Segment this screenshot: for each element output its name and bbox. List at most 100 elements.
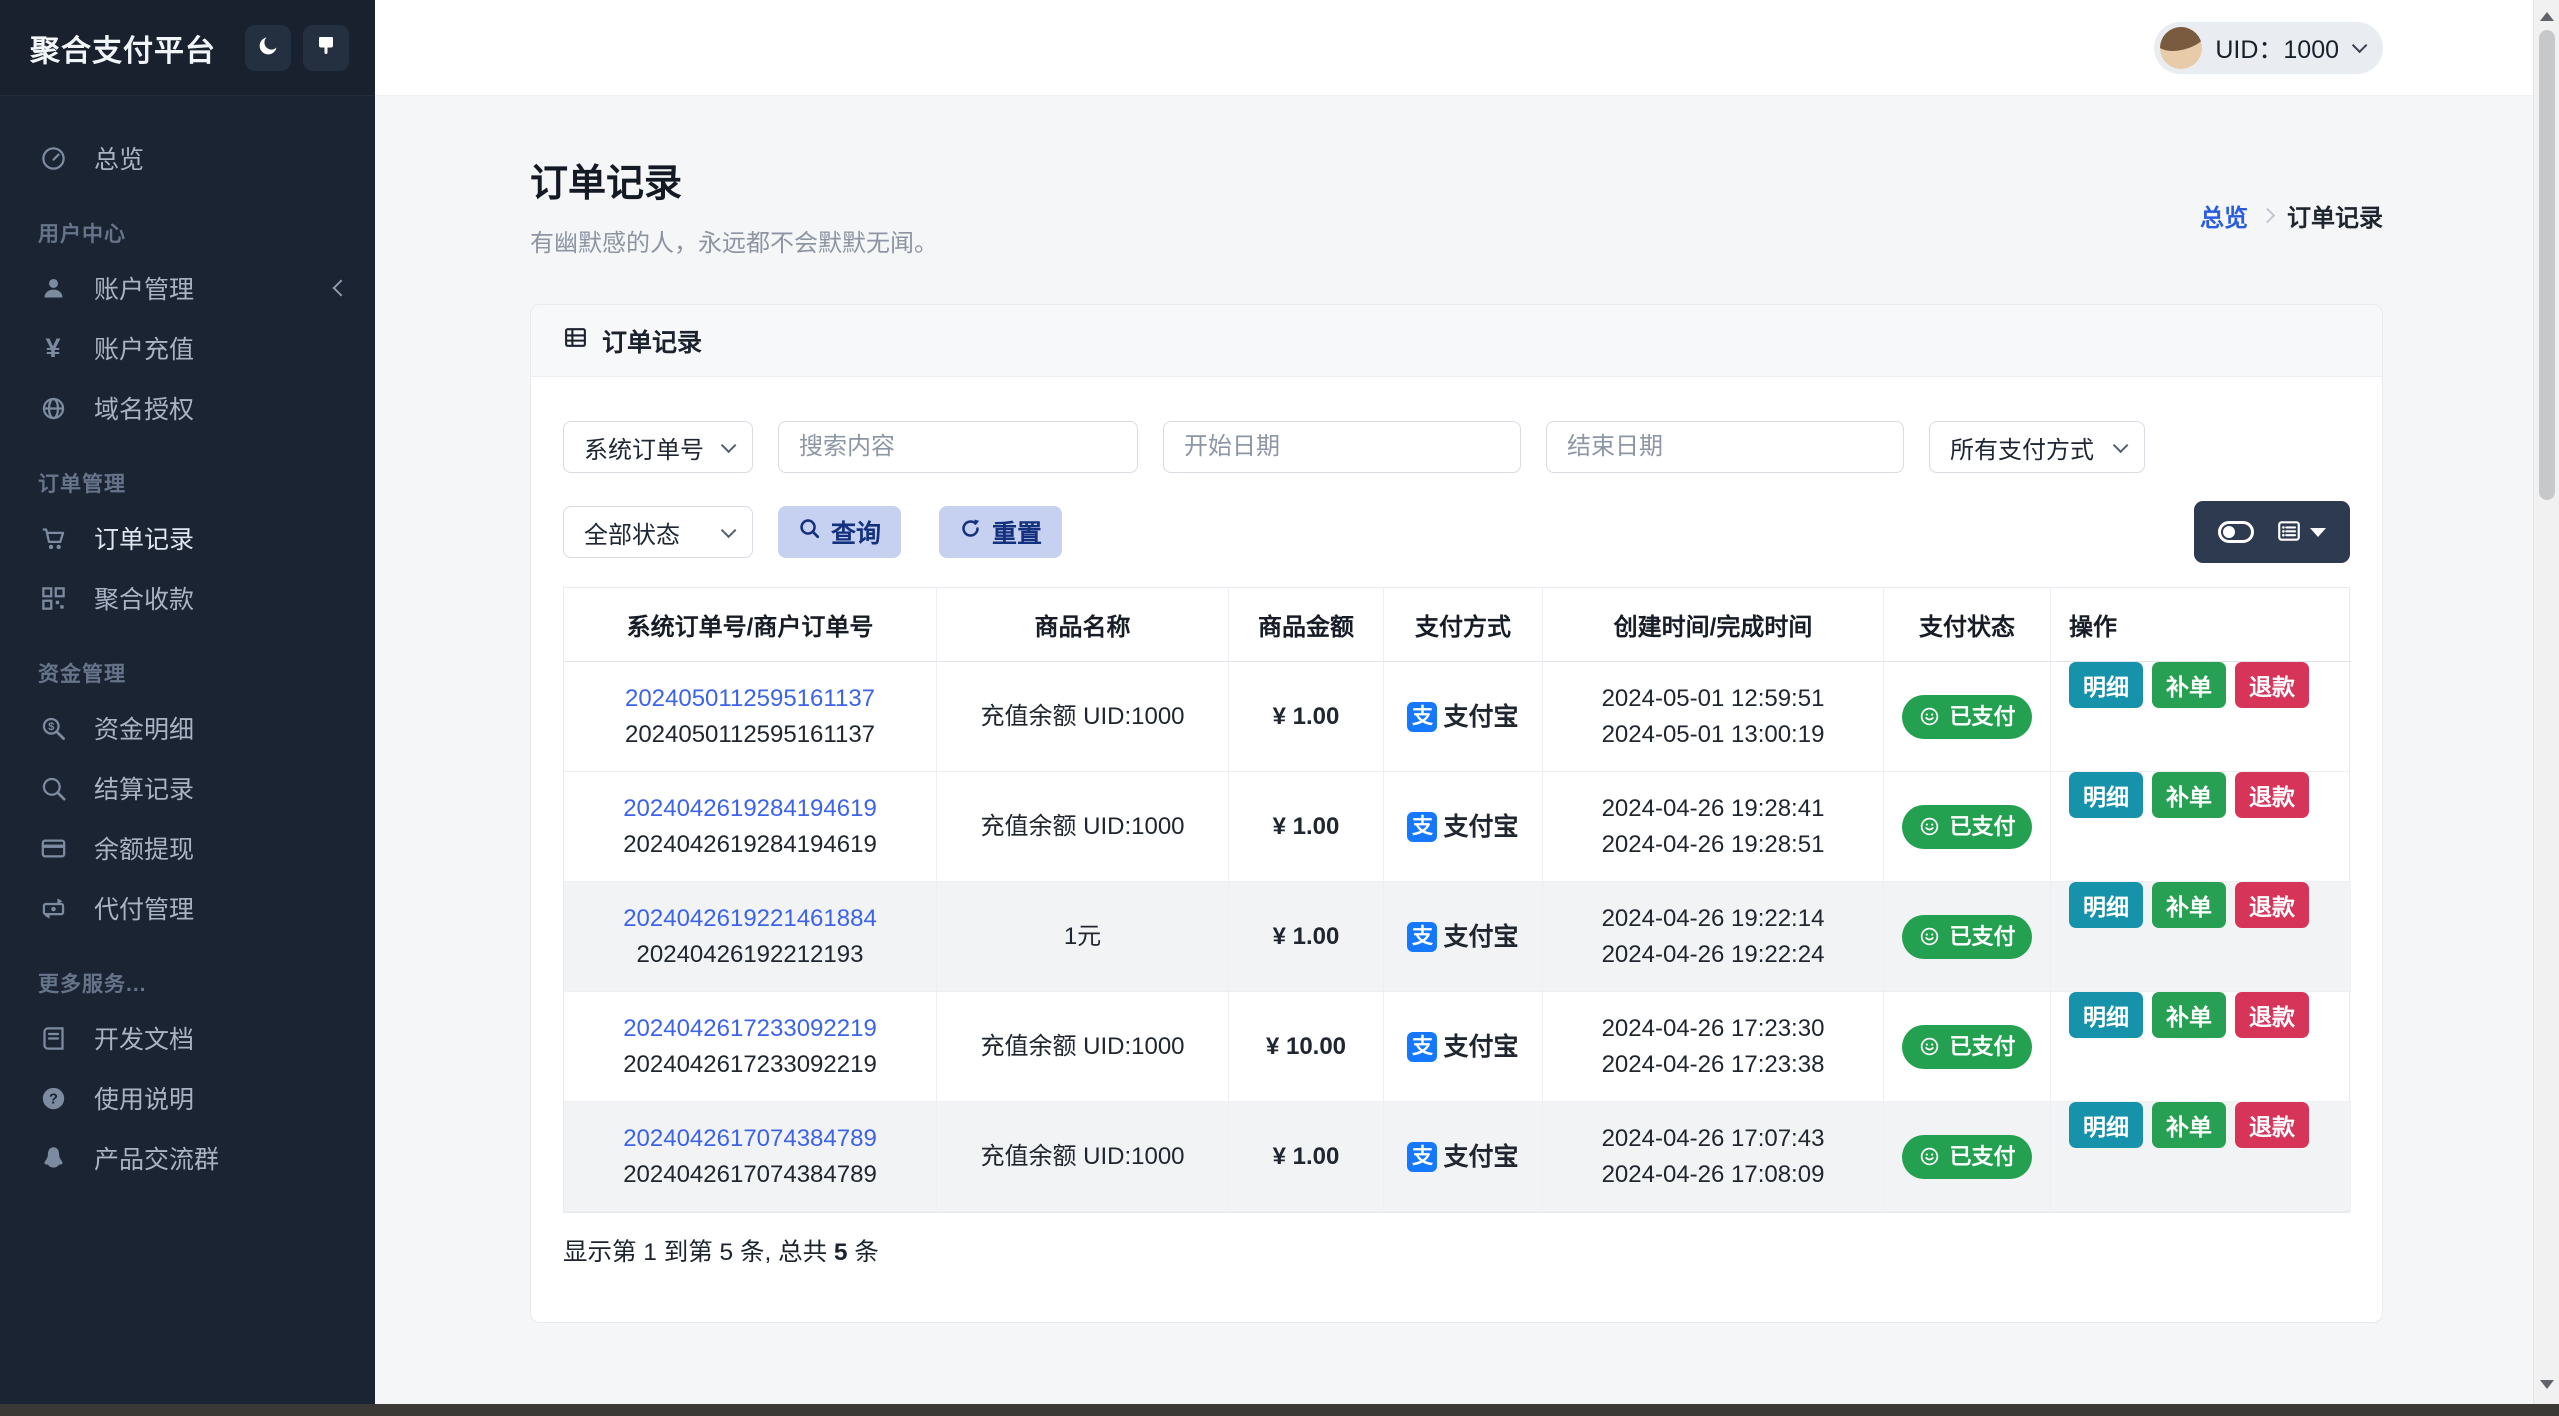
refund-button[interactable]: 退款 — [2235, 992, 2309, 1038]
vertical-scrollbar[interactable] — [2533, 0, 2559, 1404]
card-header: 订单记录 — [531, 305, 2382, 377]
sidebar-item-label: 使用说明 — [94, 1086, 195, 1114]
table-footer-summary: 显示第 1 到第 5 条, 总共 5 条 — [563, 1233, 2350, 1268]
dashboard-icon — [38, 145, 68, 172]
completed-time: 2024-04-26 17:23:38 — [1601, 1050, 1825, 1078]
system-order-link[interactable]: 2024042617074384789 — [623, 1121, 877, 1157]
sidebar-item-account-management[interactable]: 账户管理 — [0, 258, 375, 318]
alipay-icon: 支 — [1407, 1141, 1438, 1172]
pay-method-name: 支付宝 — [1443, 812, 1519, 841]
sidebar-item-domain-authorization[interactable]: 域名授权 — [0, 378, 375, 438]
status-cell: 已支付 — [1884, 772, 2051, 882]
table-row: 2024042617074384789 2024042617074384789 … — [564, 1102, 2351, 1212]
merchant-order-no: 2024042617074384789 — [623, 1160, 877, 1188]
end-date-input[interactable] — [1546, 421, 1904, 473]
breadcrumb-overview-link[interactable]: 总览 — [2200, 198, 2248, 233]
sidebar-item-dev-docs[interactable]: 开发文档 — [0, 1008, 375, 1068]
sidebar-section-fund-management: 资金管理 — [38, 663, 126, 686]
system-order-link[interactable]: 2024042617233092219 — [623, 1011, 877, 1047]
sidebar-item-payout-management[interactable]: 代付管理 — [0, 878, 375, 938]
app-title: 聚合支付平台 — [30, 34, 216, 68]
reset-button[interactable]: 重置 — [939, 506, 1063, 558]
column-header: 商品名称 — [937, 588, 1229, 662]
sidebar-item-fund-details[interactable]: $ 资金明细 — [0, 698, 375, 758]
order-no-cell: 2024042619284194619 2024042619284194619 — [564, 772, 937, 882]
refund-button[interactable]: 退款 — [2235, 882, 2309, 928]
card-body: 系统订单号 所有支付方式 全部状态 — [531, 377, 2382, 1322]
status-select[interactable]: 全部状态 — [563, 506, 753, 558]
sidebar-item-balance-withdrawal[interactable]: 余额提现 — [0, 818, 375, 878]
system-order-link[interactable]: 2024042619221461884 — [623, 901, 877, 937]
refund-button[interactable]: 退款 — [2235, 772, 2309, 818]
alipay-icon: 支 — [1407, 811, 1438, 842]
supplement-button[interactable]: 补单 — [2152, 1102, 2226, 1148]
system-order-link[interactable]: 2024050112595161137 — [625, 681, 875, 717]
status-badge-label: 已支付 — [1949, 1143, 2016, 1169]
pay-method-cell: 支 支付宝 — [1384, 1102, 1543, 1212]
column-header: 操作 — [2051, 588, 2351, 662]
query-button[interactable]: 查询 — [778, 506, 902, 558]
scroll-up-button[interactable] — [2534, 4, 2559, 28]
orders-table: 系统订单号/商户订单号 商品名称 商品金额 支付方式 创建时间/完成时间 支付状… — [563, 587, 2351, 1213]
alipay-icon: 支 — [1407, 701, 1438, 732]
sidebar-item-usage-instructions[interactable]: ? 使用说明 — [0, 1068, 375, 1128]
sidebar-item-overview[interactable]: 总览 — [0, 128, 375, 188]
qrcode-icon — [38, 585, 68, 612]
sidebar-nav: 总览 用户中心 账户管理 ¥ 账户充值 域名授权 订单管理 订单记录 聚合收款 … — [0, 96, 375, 1188]
pay-method-select[interactable]: 所有支付方式 — [1929, 421, 2145, 473]
search-input[interactable] — [778, 421, 1138, 473]
status-badge: 已支付 — [1902, 804, 2032, 849]
sidebar-item-label: 资金明细 — [94, 716, 195, 744]
system-order-link[interactable]: 2024042619284194619 — [623, 791, 877, 827]
detail-button[interactable]: 明细 — [2069, 882, 2143, 928]
toggle-view-button[interactable] — [2218, 521, 2254, 543]
supplement-button[interactable]: 补单 — [2152, 772, 2226, 818]
created-time: 2024-04-26 17:23:30 — [1601, 1014, 1825, 1042]
search-type-select[interactable]: 系统订单号 — [563, 421, 753, 473]
book-icon — [38, 1025, 68, 1052]
detail-button[interactable]: 明细 — [2069, 772, 2143, 818]
reset-button-label: 重置 — [992, 520, 1043, 548]
amount-cell: ¥ 1.00 — [1229, 772, 1384, 882]
qq-icon — [38, 1145, 68, 1172]
user-menu[interactable]: UID：1000 — [2154, 21, 2383, 74]
refund-button[interactable]: 退款 — [2235, 662, 2309, 708]
sidebar-item-product-group[interactable]: 产品交流群 — [0, 1128, 375, 1188]
theme-button[interactable] — [303, 24, 349, 71]
sidebar-item-settlement-records[interactable]: 结算记录 — [0, 758, 375, 818]
user-icon — [38, 275, 68, 302]
sidebar-item-aggregate-collection[interactable]: 聚合收款 — [0, 568, 375, 628]
supplement-button[interactable]: 补单 — [2152, 882, 2226, 928]
sidebar-item-label: 产品交流群 — [94, 1146, 220, 1174]
status-badge-label: 已支付 — [1949, 1033, 2016, 1059]
time-cell: 2024-04-26 19:22:14 2024-04-26 19:22:24 — [1543, 882, 1884, 992]
sidebar-item-account-recharge[interactable]: ¥ 账户充值 — [0, 318, 375, 378]
sidebar-item-order-records[interactable]: 订单记录 — [0, 508, 375, 568]
filter-row-1: 系统订单号 所有支付方式 — [563, 421, 2350, 473]
svg-text:?: ? — [49, 1091, 58, 1107]
column-header: 系统订单号/商户订单号 — [564, 588, 937, 662]
detail-button[interactable]: 明细 — [2069, 992, 2143, 1038]
dark-mode-button[interactable] — [245, 24, 291, 71]
refresh-icon — [959, 517, 982, 547]
start-date-input[interactable] — [1163, 421, 1521, 473]
yen-icon: ¥ — [45, 332, 61, 363]
chevron-left-icon — [332, 279, 350, 297]
supplement-button[interactable]: 补单 — [2152, 662, 2226, 708]
scroll-down-button[interactable] — [2534, 1372, 2559, 1396]
status-cell: 已支付 — [1884, 882, 2051, 992]
supplement-button[interactable]: 补单 — [2152, 992, 2226, 1038]
scrollbar-thumb[interactable] — [2539, 30, 2555, 500]
column-header: 商品金额 — [1229, 588, 1384, 662]
order-no-cell: 2024042617233092219 2024042617233092219 — [564, 992, 937, 1102]
moon-icon — [256, 34, 280, 61]
sidebar-item-label: 域名授权 — [94, 396, 195, 424]
browser-icon — [38, 395, 68, 422]
detail-button[interactable]: 明细 — [2069, 1102, 2143, 1148]
cart-icon — [38, 525, 68, 552]
breadcrumb-separator-icon — [2259, 207, 2276, 224]
columns-dropdown-button[interactable] — [2276, 518, 2326, 547]
refund-button[interactable]: 退款 — [2235, 1102, 2309, 1148]
column-header: 支付状态 — [1884, 588, 2051, 662]
detail-button[interactable]: 明细 — [2069, 662, 2143, 708]
